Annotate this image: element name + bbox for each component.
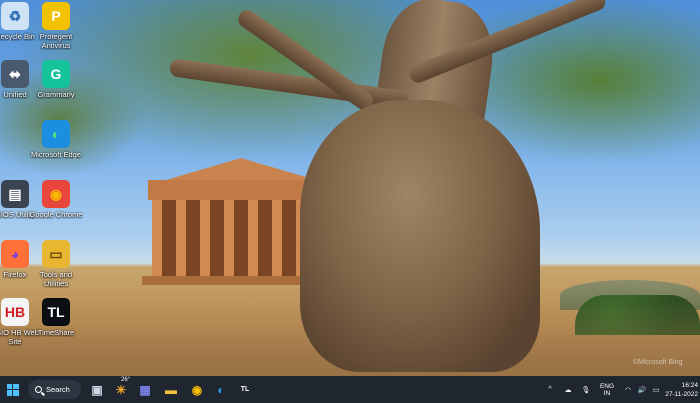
tray-microphone[interactable]: 🎙 xyxy=(580,380,592,399)
start-button[interactable] xyxy=(3,380,22,399)
desktop-icon-timelapse[interactable]: TL TimeShare xyxy=(29,298,83,337)
speaker-icon: 🔊 xyxy=(637,386,647,394)
asio-hb-icon: HB xyxy=(1,298,29,326)
desktop-icon-label: Grammarly xyxy=(37,90,75,99)
taskbar: Search ▣ ☀ 26° ▦ ▬ ◉ ◐ TL ^ ☁ 🎙 ENG IN ◠… xyxy=(0,376,700,403)
taskbar-timelapse[interactable]: TL xyxy=(236,380,254,399)
language-indicator[interactable]: ENG IN xyxy=(598,380,616,399)
tray-onedrive[interactable]: ☁ xyxy=(562,380,574,399)
taskbar-task-view[interactable]: ▣ xyxy=(88,380,106,399)
weather-temp: 26° xyxy=(121,377,131,383)
desktop-icon-edge[interactable]: ◐ Microsoft Edge xyxy=(29,120,83,159)
edge-icon: ◐ xyxy=(42,120,70,148)
cloud-icon: ☁ xyxy=(564,386,572,394)
desktop-icon-label: Google Chrome xyxy=(29,210,83,219)
desktop-icon-label: TimeShare xyxy=(37,328,75,337)
grammarly-icon: G xyxy=(42,60,70,88)
wallpaper-watermark: ©Microsoft Bing xyxy=(633,359,683,366)
taskbar-file-explorer[interactable]: ▬ xyxy=(162,380,180,399)
task-view-icon: ▣ xyxy=(91,382,103,397)
taskbar-teams[interactable]: ▦ xyxy=(136,380,154,399)
chevron-up-icon: ^ xyxy=(548,386,552,393)
microphone-icon: 🎙 xyxy=(581,386,591,394)
chrome-icon: ◉ xyxy=(42,180,70,208)
timelapse-icon: TL xyxy=(240,386,250,393)
desktop-icon-label: Tools and Utilities xyxy=(39,270,73,288)
edge-icon: ◐ xyxy=(217,382,225,397)
teams-icon: ▦ xyxy=(139,382,151,397)
wallpaper-branch xyxy=(234,6,377,114)
desktop-icon-tools[interactable]: ▭ Tools and Utilities xyxy=(29,240,83,288)
battery-icon: ▭ xyxy=(652,386,660,394)
tray-battery[interactable]: ▭ xyxy=(650,380,662,399)
chrome-icon: ◉ xyxy=(191,382,203,397)
windows-logo-icon xyxy=(6,383,19,396)
clock-date: 27-11-2022 xyxy=(665,390,698,398)
search-label: Search xyxy=(46,385,70,394)
desktop-icon-chrome[interactable]: ◉ Google Chrome xyxy=(29,180,83,219)
wifi-icon: ◠ xyxy=(624,386,632,394)
protegent-icon: P xyxy=(42,2,70,30)
language-top: ENG xyxy=(599,382,615,390)
recycle-bin-icon: ♻ xyxy=(1,2,29,30)
desktop-icon-protegent[interactable]: P Protegent Antivirus xyxy=(29,2,83,50)
desktop-icon-label: Protegent Antivirus xyxy=(39,32,73,50)
tray-volume[interactable]: 🔊 xyxy=(636,380,648,399)
desktop-icon-label: Microsoft Edge xyxy=(30,150,82,159)
taskbar-search-box[interactable]: Search xyxy=(28,380,81,399)
bios-utility-icon: ▤ xyxy=(1,180,29,208)
folder-icon: ▬ xyxy=(165,382,177,397)
desktop-wallpaper: ©Microsoft Bing ♻ Recycle Bin P Protegen… xyxy=(0,0,700,376)
desktop-icon-grammarly[interactable]: G Grammarly xyxy=(29,60,83,99)
weather-icon: ☀ xyxy=(115,382,127,397)
timelapse-icon: TL xyxy=(42,298,70,326)
show-hidden-icons-button[interactable]: ^ xyxy=(544,380,556,399)
taskbar-chrome[interactable]: ◉ xyxy=(188,380,206,399)
language-bottom: IN xyxy=(603,389,611,397)
firefox-icon: ◕ xyxy=(1,240,29,268)
taskbar-clock[interactable]: 16:24 27-11-2022 xyxy=(664,380,698,399)
search-icon xyxy=(35,386,42,393)
unified-icon: ⬌ xyxy=(1,60,29,88)
wallpaper-tree-trunk xyxy=(300,100,540,372)
taskbar-weather[interactable]: ☀ 26° xyxy=(112,377,131,399)
taskbar-edge[interactable]: ◐ xyxy=(212,380,230,399)
tray-wifi[interactable]: ◠ xyxy=(622,380,634,399)
folder-icon: ▭ xyxy=(42,240,70,268)
clock-time: 16:24 xyxy=(681,381,698,389)
